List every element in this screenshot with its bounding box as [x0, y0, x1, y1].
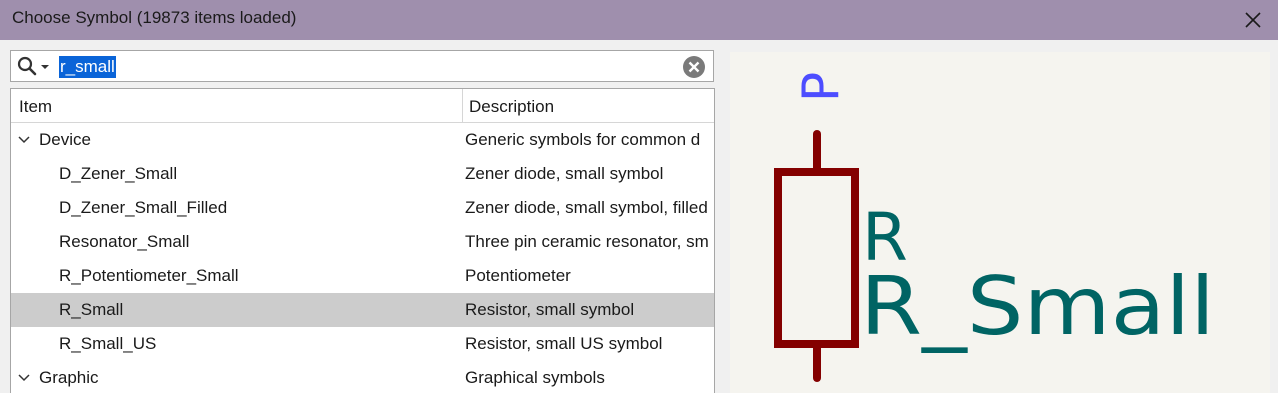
search-field[interactable]: r_small [10, 50, 714, 82]
tree-row-name: D_Zener_Small_Filled [59, 198, 228, 217]
symbol-preview-canvas: P R R_Small [774, 72, 1215, 382]
component-value: R_Small [860, 260, 1215, 353]
chevron-down-icon[interactable] [17, 372, 31, 384]
tree-row-device[interactable]: Device Generic symbols for common d [11, 123, 714, 157]
symbol-tree[interactable]: Item Description Device Generic symbols … [10, 88, 715, 393]
tree-row-description: Resistor, small US symbol [465, 334, 663, 353]
tree-row-description: Potentiometer [465, 266, 571, 285]
tree-row-d-zener-small-filled[interactable]: D_Zener_Small_Filled Zener diode, small … [11, 191, 714, 225]
resistor-body [774, 168, 859, 348]
column-header-description[interactable]: Description [469, 97, 554, 117]
tree-row-resonator-small[interactable]: Resonator_Small Three pin ceramic resona… [11, 225, 714, 259]
tree-row-r-potentiometer-small[interactable]: R_Potentiometer_Small Potentiometer [11, 259, 714, 293]
tree-row-description: Graphical symbols [465, 368, 605, 387]
column-header-item[interactable]: Item [19, 97, 52, 117]
clear-search-button[interactable] [681, 54, 707, 80]
title-bar: Choose Symbol (19873 items loaded) [0, 0, 1278, 40]
tree-row-d-zener-small[interactable]: D_Zener_Small Zener diode, small symbol [11, 157, 714, 191]
clear-icon [683, 56, 705, 78]
tree-row-name: Device [39, 130, 91, 149]
tree-row-description: Zener diode, small symbol [465, 164, 664, 183]
tree-row-name: Graphic [39, 368, 99, 387]
close-button[interactable] [1238, 4, 1270, 36]
search-icon[interactable] [17, 56, 39, 76]
tree-row-description: Generic symbols for common d [465, 130, 701, 149]
symbol-preview: P R R_Small [730, 52, 1270, 393]
tree-row-name: D_Zener_Small [59, 164, 178, 183]
chevron-down-icon[interactable] [17, 134, 31, 146]
column-divider[interactable] [462, 89, 463, 122]
tree-row-description: Resistor, small symbol [465, 300, 635, 319]
tree-header: Item Description [11, 89, 714, 123]
tree-row-r-small-us[interactable]: R_Small_US Resistor, small US symbol [11, 327, 714, 361]
tree-row-description: Three pin ceramic resonator, sm [465, 232, 709, 251]
pin-label: P [792, 72, 850, 102]
tree-row-graphic[interactable]: Graphic Graphical symbols [11, 361, 714, 393]
close-icon [1245, 12, 1261, 28]
window-title: Choose Symbol (19873 items loaded) [12, 8, 297, 27]
search-input[interactable]: r_small [59, 56, 116, 78]
chevron-down-icon[interactable] [40, 57, 50, 77]
tree-row-r-small[interactable]: R_Small Resistor, small symbol [11, 293, 714, 327]
tree-row-name: R_Small [59, 300, 124, 319]
tree-row-description: Zener diode, small symbol, filled [465, 198, 708, 217]
tree-row-name: R_Potentiometer_Small [59, 266, 239, 285]
tree-row-name: R_Small_US [59, 334, 157, 353]
tree-row-name: Resonator_Small [59, 232, 190, 251]
